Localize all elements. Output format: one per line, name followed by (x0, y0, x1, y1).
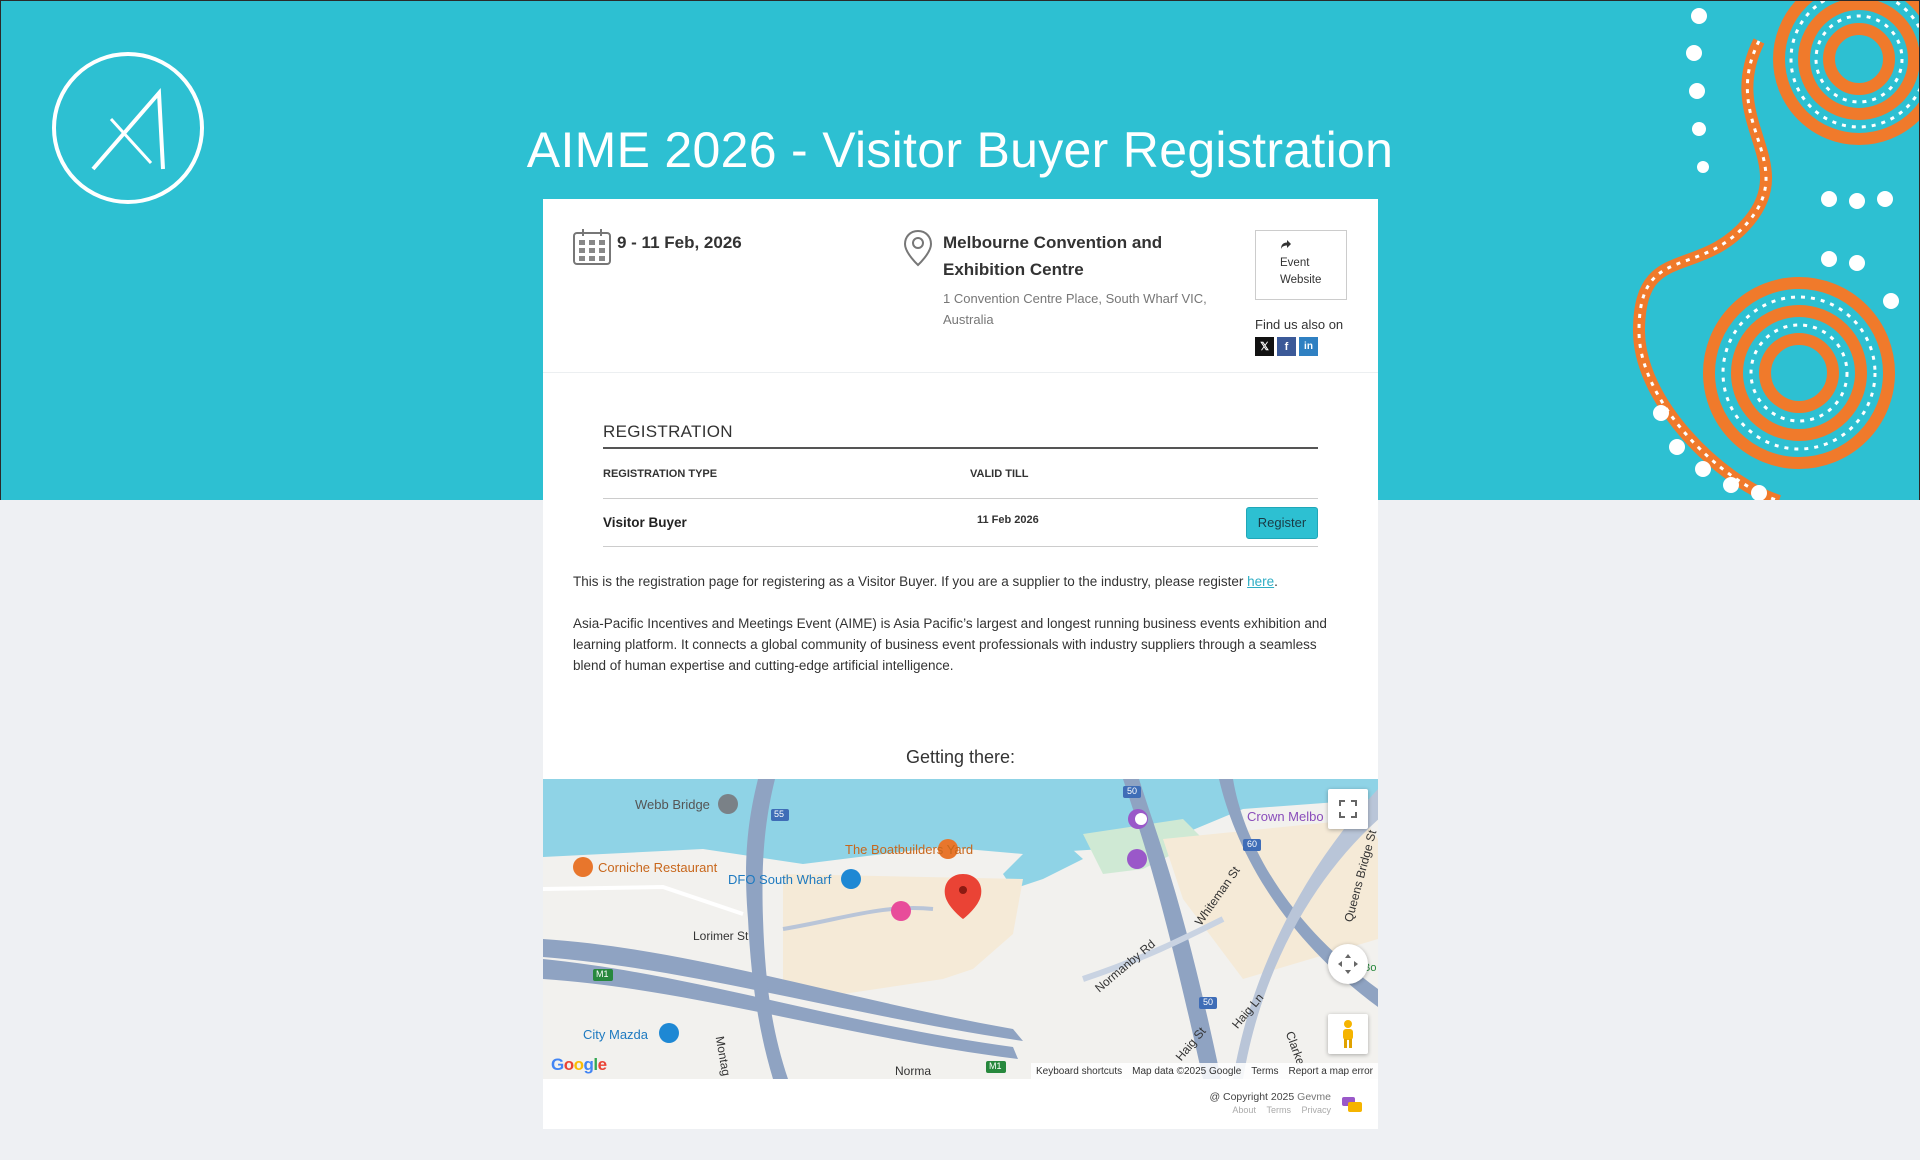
aboriginal-art-decoration (1632, 1, 1919, 500)
map-label-lorimer: Lorimer St (693, 929, 749, 943)
description: This is the registration page for regist… (573, 571, 1333, 697)
map-terms-link[interactable]: Terms (1246, 1066, 1283, 1077)
map-label-webb-bridge: Webb Bridge (635, 797, 710, 812)
venue-address: 1 Convention Centre Place, South Wharf V… (943, 291, 1207, 327)
chat-icon[interactable] (1341, 1096, 1363, 1114)
map-camera-control-button[interactable] (1328, 944, 1368, 984)
report-map-error-link[interactable]: Report a map error (1284, 1066, 1378, 1077)
venue-name: Melbourne Convention and Exhibition Cent… (943, 233, 1163, 279)
registration-heading: REGISTRATION (603, 422, 1318, 449)
event-venue: Melbourne Convention and Exhibition Cent… (903, 229, 1233, 330)
intro-text: This is the registration page for regist… (573, 574, 1248, 589)
copyright: @ Copyright 2025 Gevme About Terms Priva… (1209, 1091, 1331, 1115)
facebook-icon[interactable]: f (1277, 337, 1296, 356)
camera-control-icon (1338, 954, 1358, 974)
footer-links: About Terms Privacy (1209, 1105, 1331, 1115)
google-logo: Google (551, 1055, 607, 1074)
footer-privacy-link[interactable]: Privacy (1301, 1105, 1331, 1115)
event-date: 9 - 11 Feb, 2026 (573, 229, 742, 265)
calendar-icon (573, 229, 611, 265)
map-route-m1-east: M1 (989, 1061, 1002, 1071)
map-label-city-mazda: City Mazda (583, 1027, 649, 1042)
x-icon[interactable]: 𝕏 (1255, 337, 1274, 356)
map-route-50-north: 50 (1127, 786, 1138, 796)
keyboard-shortcuts-link[interactable]: Keyboard shortcuts (1031, 1066, 1127, 1077)
map-label-crown: Crown Melbo (1247, 809, 1324, 824)
street-view-pegman-button[interactable] (1328, 1014, 1368, 1054)
share-icon (1281, 240, 1291, 249)
gevme-link[interactable]: Gevme (1297, 1091, 1331, 1103)
map-label-norma: Norma (895, 1064, 932, 1078)
location-pin-icon (903, 229, 933, 267)
map-data-label: Map data ©2025 Google (1132, 1065, 1242, 1077)
registration-type: Visitor Buyer (603, 515, 687, 530)
map-canvas (543, 779, 1378, 1079)
map-attribution-bar: Keyboard shortcuts Map data ©2025 Google… (1030, 1063, 1378, 1079)
registration-table-header: REGISTRATION TYPE VALID TILL (603, 449, 1318, 499)
register-button[interactable]: Register (1246, 506, 1318, 539)
event-info: 9 - 11 Feb, 2026 Melbourne Convention an… (543, 199, 1378, 373)
about-paragraph: Asia-Pacific Incentives and Meetings Eve… (573, 616, 1327, 673)
map-route-m1-west: M1 (596, 969, 609, 979)
map-route-60: 60 (1247, 839, 1258, 849)
map-route-50-south: 50 (1203, 997, 1214, 1007)
col-valid-till: VALID TILL (970, 467, 1029, 480)
registration-section: REGISTRATION REGISTRATION TYPE VALID TIL… (603, 422, 1318, 547)
social-links: 𝕏 f in (1255, 337, 1318, 356)
map-label-boatbuilders: The Boatbuilders Yard (845, 842, 974, 857)
google-map[interactable]: Webb Bridge The Boatbuilders Yard Cornic… (543, 779, 1378, 1079)
supplier-register-link[interactable]: here (1247, 574, 1274, 589)
map-label-dfo: DFO South Wharf (728, 872, 832, 887)
event-website-label: Event Website (1280, 257, 1322, 286)
event-website-button[interactable]: Event Website (1255, 230, 1347, 300)
intro-paragraph: This is the registration page for regist… (573, 571, 1333, 592)
find-us-label: Find us also on (1255, 317, 1344, 332)
col-registration-type: REGISTRATION TYPE (603, 467, 718, 480)
map-label-corniche: Corniche Restaurant (598, 860, 718, 875)
footer-terms-link[interactable]: Terms (1266, 1105, 1291, 1115)
map-route-55: 55 (774, 809, 785, 819)
fullscreen-button[interactable] (1328, 789, 1368, 829)
copyright-text: @ Copyright 2025 (1209, 1091, 1295, 1103)
event-date-text: 9 - 11 Feb, 2026 (617, 233, 742, 252)
valid-till: 11 Feb 2026 (977, 513, 1039, 526)
intro-end: . (1274, 574, 1278, 589)
fullscreen-icon (1339, 800, 1357, 818)
table-row: Visitor Buyer 11 Feb 2026 Register (603, 499, 1318, 547)
footer-about-link[interactable]: About (1232, 1105, 1256, 1115)
linkedin-icon[interactable]: in (1299, 337, 1318, 356)
event-card: 9 - 11 Feb, 2026 Melbourne Convention an… (543, 199, 1378, 1129)
pegman-icon (1343, 1020, 1353, 1048)
getting-there-heading: Getting there: (905, 747, 1016, 767)
